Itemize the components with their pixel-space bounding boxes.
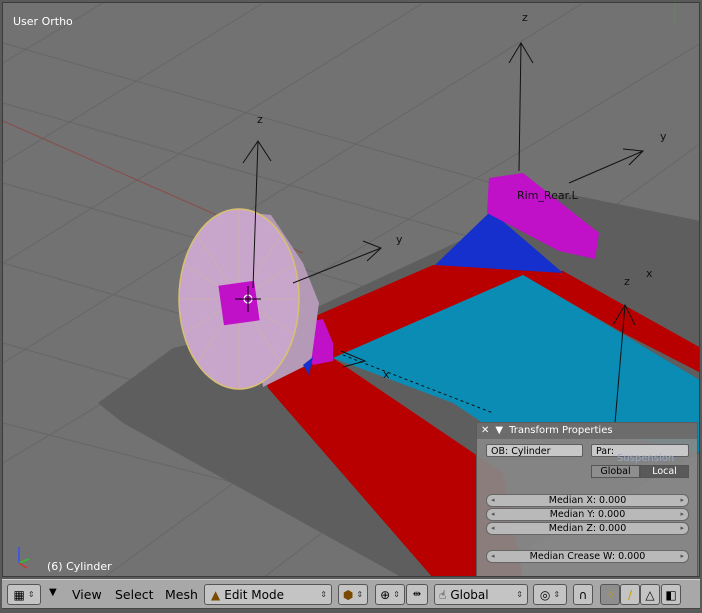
3d-viewport[interactable]: User Ortho (6) Cylinder Rim_Rear.L z y x… xyxy=(2,2,700,577)
panel-title: Transform Properties xyxy=(509,425,613,436)
bone-name-label: Rim_Rear.L xyxy=(517,189,578,202)
axis-label-z: z xyxy=(257,113,263,126)
3d-view-header: ▦ ⇕ ▼ View Select Mesh ▲ Edit Mode ⇕ ⬢ ⇕ ⊕… xyxy=(2,579,700,609)
collapse-menu-icon[interactable]: ▼ xyxy=(49,587,57,598)
shading-dropdown[interactable]: ⬢ ⇕ xyxy=(338,584,368,605)
local-toggle[interactable]: Local xyxy=(640,465,689,478)
cube-icon: ◧ xyxy=(665,587,677,602)
object-name-field[interactable]: OB: Cylinder xyxy=(486,444,583,457)
face-select-button[interactable]: △ xyxy=(640,584,660,605)
transform-properties-panel[interactable]: ✕ ▼ Transform Properties OB: Cylinder Pa… xyxy=(476,422,698,576)
proportional-edit-dropdown[interactable]: ◎ ⇕ xyxy=(533,584,567,605)
axis-label-y: y xyxy=(396,233,403,246)
global-toggle[interactable]: Global xyxy=(591,465,640,478)
axis-label-z: z xyxy=(522,11,528,24)
magnet-icon: ∩ xyxy=(578,587,588,602)
edge-select-icon: / xyxy=(627,587,633,602)
hand-icon: ☝ xyxy=(439,587,447,602)
proportional-edit-icon: ◎ xyxy=(539,587,551,602)
panel-header[interactable]: ✕ ▼ Transform Properties xyxy=(477,423,697,439)
hidden-label: Suspension xyxy=(617,453,675,464)
axis-gizmo xyxy=(18,547,30,569)
menu-mesh[interactable]: Mesh xyxy=(165,587,198,602)
orientation-dropdown[interactable]: ☝ Global ⇕ xyxy=(434,584,528,605)
median-x-field[interactable]: ◂ Median X: 0.000 ▸ xyxy=(486,494,689,507)
pivot-crosshair-icon: ⊕ xyxy=(380,587,391,602)
close-icon[interactable]: ✕ xyxy=(481,423,489,439)
menu-select[interactable]: Select xyxy=(115,587,154,602)
mode-dropdown[interactable]: ▲ Edit Mode ⇕ xyxy=(204,584,332,605)
median-z-field[interactable]: ◂ Median Z: 0.000 ▸ xyxy=(486,522,689,535)
menu-view[interactable]: View xyxy=(72,587,102,602)
blender-window: User Ortho (6) Cylinder Rim_Rear.L z y x… xyxy=(0,0,702,613)
axis-label-y: y xyxy=(660,130,667,143)
face-select-icon: △ xyxy=(645,587,655,602)
axis-label-z: z xyxy=(624,275,630,288)
pivot-dropdown[interactable]: ⊕ ⇕ xyxy=(375,584,405,605)
grid-icon: ▦ xyxy=(13,587,25,602)
manipulator-icon: ⇹ xyxy=(412,589,422,600)
editor-type-selector[interactable]: ▦ ⇕ xyxy=(7,584,41,605)
edge-select-button[interactable]: / xyxy=(620,584,640,605)
vertex-select-icon: ⁘ xyxy=(604,587,616,602)
active-object-info: (6) Cylinder xyxy=(47,560,112,573)
cylinder-wheel[interactable] xyxy=(178,208,319,390)
view-name-label: User Ortho xyxy=(13,15,73,28)
solid-shading-icon: ⬢ xyxy=(342,587,354,602)
collapse-triangle-icon[interactable]: ▼ xyxy=(495,423,503,439)
edit-mode-icon: ▲ xyxy=(211,587,221,602)
widget-toggle[interactable]: ⇹ xyxy=(406,584,428,605)
occlude-geometry-button[interactable]: ◧ xyxy=(661,584,681,605)
vertex-select-button[interactable]: ⁘ xyxy=(600,584,620,605)
snap-toggle[interactable]: ∩ xyxy=(573,584,593,605)
axis-label-x: x xyxy=(646,267,653,280)
median-crease-field[interactable]: ◂ Median Crease W: 0.000 ▸ xyxy=(486,550,689,563)
axis-label-x: x xyxy=(383,368,390,381)
median-y-field[interactable]: ◂ Median Y: 0.000 ▸ xyxy=(486,508,689,521)
